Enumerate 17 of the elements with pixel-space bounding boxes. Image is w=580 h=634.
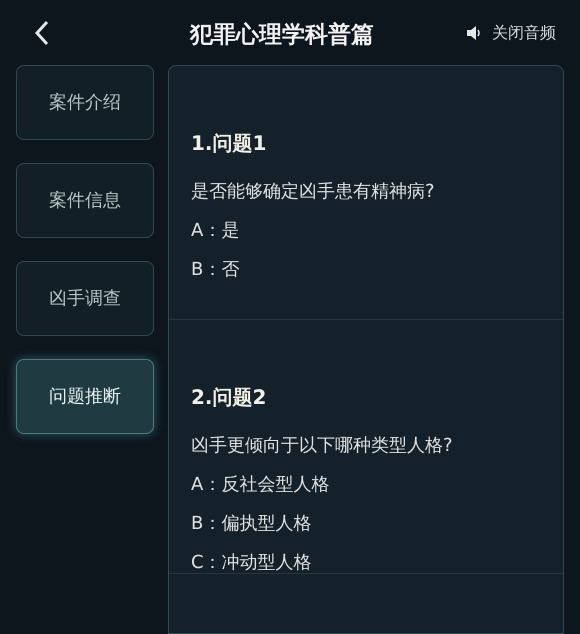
answer-option[interactable]: B：偏执型人格: [191, 510, 312, 537]
sidebar-tab[interactable]: 问题推断: [16, 359, 154, 434]
speaker-icon: [466, 26, 482, 40]
question-text: 是否能够确定凶手患有精神病?: [191, 180, 436, 204]
mute-audio-button[interactable]: 关闭音频: [466, 20, 556, 44]
sidebar-tab[interactable]: 案件信息: [16, 163, 154, 238]
sidebar-tab[interactable]: 凶手调查: [16, 261, 154, 336]
back-icon: [34, 20, 50, 46]
question-text: 凶手更倾向于以下哪种类型人格?: [191, 434, 454, 458]
sidebar-tab[interactable]: 案件介绍: [16, 65, 154, 140]
answer-option[interactable]: A：反社会型人格: [191, 471, 330, 498]
answer-option[interactable]: C：冲动型人格: [191, 549, 312, 576]
answer-option[interactable]: B：否: [191, 256, 240, 283]
answer-option[interactable]: A：是: [191, 217, 240, 244]
page-title: 犯罪心理学科普篇: [190, 20, 374, 50]
question-heading: 2.问题2: [191, 384, 268, 411]
question-heading: 1.问题1: [191, 130, 268, 157]
